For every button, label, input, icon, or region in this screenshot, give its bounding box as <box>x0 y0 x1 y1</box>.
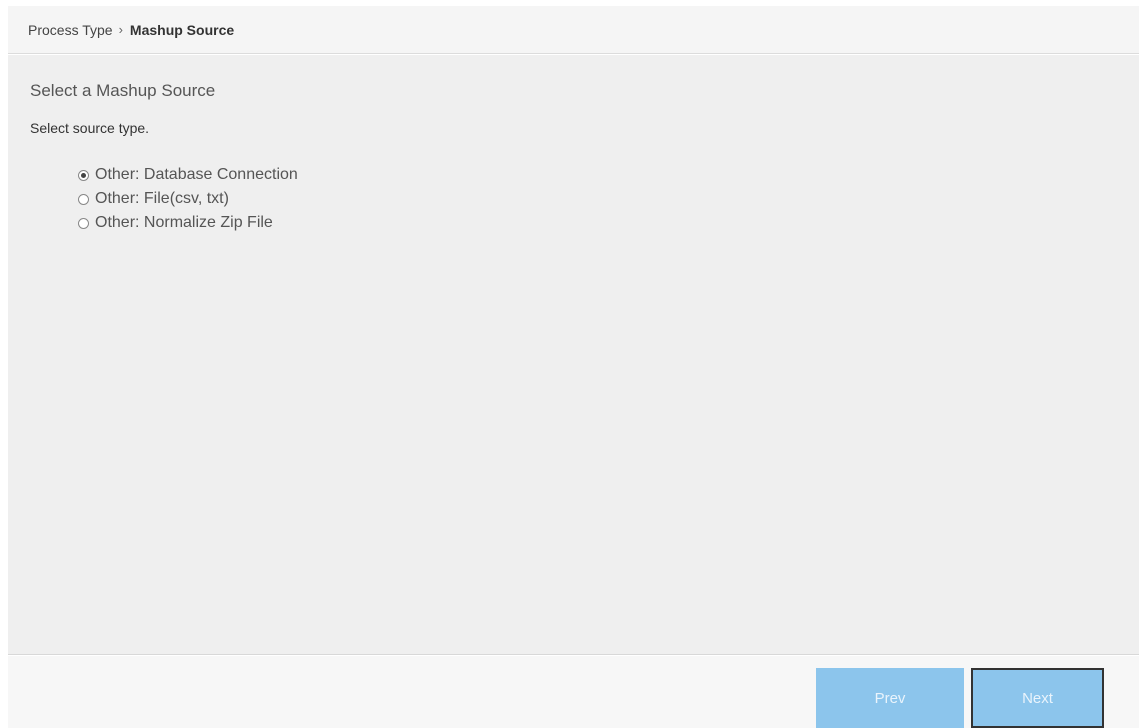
content-panel: Select a Mashup Source Select source typ… <box>8 55 1139 655</box>
breadcrumb-item-process-type[interactable]: Process Type <box>28 22 113 38</box>
section-label: Select source type. <box>30 120 150 136</box>
radio-option-file-csv-txt[interactable]: Other: File(csv, txt) <box>78 187 298 211</box>
next-button[interactable]: Next <box>971 668 1104 728</box>
radio-button[interactable] <box>78 217 89 229</box>
breadcrumb-item-current: Mashup Source <box>129 21 235 38</box>
radio-button-checked[interactable] <box>78 169 89 181</box>
radio-option-label: Other: File(csv, txt) <box>95 190 229 207</box>
breadcrumb-separator-icon: › <box>118 22 123 37</box>
radio-option-label: Other: Database Connection <box>95 166 298 183</box>
page-title: Select a Mashup Source <box>30 81 216 100</box>
wizard-footer: Prev Next <box>8 656 1139 728</box>
breadcrumb: Process Type › Mashup Source <box>8 6 1139 54</box>
radio-option-database-connection[interactable]: Other: Database Connection <box>78 163 298 187</box>
wizard-window: Process Type › Mashup Source Select a Ma… <box>0 0 1139 728</box>
source-type-radio-group: Other: Database Connection Other: File(c… <box>78 163 298 235</box>
prev-button[interactable]: Prev <box>816 668 964 728</box>
radio-option-label: Other: Normalize Zip File <box>95 214 273 231</box>
radio-button[interactable] <box>78 193 89 205</box>
radio-option-normalize-zip-file[interactable]: Other: Normalize Zip File <box>78 211 298 235</box>
